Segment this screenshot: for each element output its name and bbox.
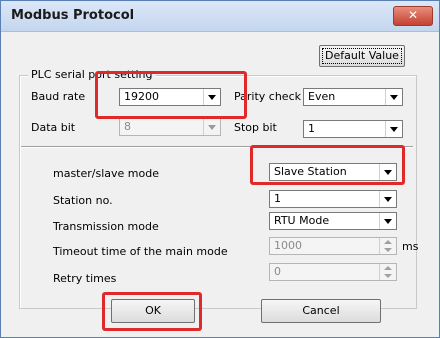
- close-icon: ✕: [407, 8, 419, 22]
- chevron-down-icon: [379, 164, 396, 180]
- master-slave-select[interactable]: Slave Station: [269, 163, 397, 181]
- chevron-down-icon: [203, 89, 220, 105]
- plc-serial-group-title: PLC serial port setting: [28, 68, 156, 81]
- title-bar: Modbus Protocol ✕: [1, 1, 439, 32]
- spin-arrows-icon: [379, 238, 396, 254]
- retry-times-value: 0: [274, 265, 281, 278]
- data-bit-value: 8: [124, 120, 131, 133]
- baud-rate-select[interactable]: 19200: [119, 88, 221, 106]
- chevron-down-icon: [379, 191, 396, 207]
- group-divider: [21, 146, 413, 148]
- station-no-label: Station no.: [53, 194, 113, 207]
- default-value-button[interactable]: Default Value: [319, 45, 405, 67]
- master-slave-value: Slave Station: [274, 165, 347, 178]
- transmission-mode-select[interactable]: RTU Mode: [269, 212, 397, 230]
- ok-button[interactable]: OK: [111, 299, 195, 323]
- chevron-down-icon: [203, 119, 220, 135]
- retry-times-spinbox: 0: [269, 263, 397, 281]
- retry-times-label: Retry times: [53, 272, 117, 285]
- data-bit-select: 8: [119, 118, 221, 136]
- data-bit-label: Data bit: [31, 121, 76, 134]
- timeout-spinbox: 1000: [269, 237, 397, 255]
- stop-bit-value: 1: [308, 122, 315, 135]
- timeout-value: 1000: [274, 239, 302, 252]
- baud-rate-label: Baud rate: [31, 90, 86, 103]
- cancel-button[interactable]: Cancel: [261, 299, 381, 323]
- baud-rate-value: 19200: [124, 90, 159, 103]
- chevron-down-icon: [385, 121, 402, 137]
- dialog-title: Modbus Protocol: [11, 8, 135, 23]
- stop-bit-label: Stop bit: [234, 121, 277, 134]
- timeout-unit: ms: [402, 240, 419, 253]
- parity-check-value: Even: [308, 90, 336, 103]
- timeout-label: Timeout time of the main mode: [53, 245, 228, 258]
- spin-arrows-icon: [379, 264, 396, 280]
- chevron-down-icon: [385, 89, 402, 105]
- station-no-select[interactable]: 1: [269, 190, 397, 208]
- stop-bit-select[interactable]: 1: [303, 120, 403, 138]
- parity-check-select[interactable]: Even: [303, 88, 403, 106]
- modbus-dialog: Modbus Protocol ✕ Default Value PLC seri…: [0, 0, 440, 338]
- transmission-mode-label: Transmission mode: [53, 220, 159, 233]
- parity-check-label: Parity check: [234, 90, 301, 103]
- chevron-down-icon: [379, 213, 396, 229]
- close-button[interactable]: ✕: [393, 6, 433, 26]
- master-slave-label: master/slave mode: [53, 167, 159, 180]
- transmission-mode-value: RTU Mode: [274, 214, 330, 227]
- station-no-value: 1: [274, 192, 281, 205]
